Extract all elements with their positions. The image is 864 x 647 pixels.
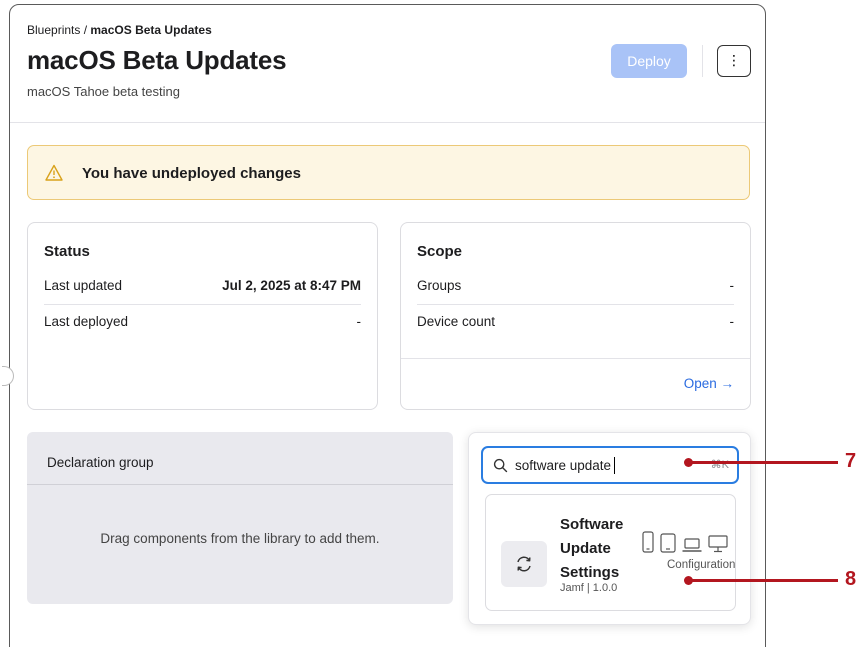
scope-label: Groups bbox=[417, 278, 462, 293]
callout-number-8: 8 bbox=[845, 568, 857, 590]
more-options-button[interactable]: ⋮ bbox=[717, 45, 751, 77]
laptop-icon bbox=[682, 538, 702, 552]
status-title: Status bbox=[44, 243, 90, 260]
status-value: Jul 2, 2025 at 8:47 PM bbox=[222, 278, 361, 293]
breadcrumb-root[interactable]: Blueprints bbox=[27, 23, 80, 37]
scope-label: Device count bbox=[417, 314, 496, 329]
library-search-box[interactable]: ⌘K bbox=[481, 446, 739, 484]
result-name: Software Update Settings bbox=[560, 516, 624, 581]
result-meta: Jamf | 1.0.0 bbox=[560, 582, 618, 594]
library-search-input[interactable] bbox=[515, 455, 685, 475]
declaration-group-hint: Drag components from the library to add … bbox=[100, 531, 380, 546]
status-value: - bbox=[356, 314, 362, 329]
callout-line-8 bbox=[688, 579, 838, 582]
result-icon-box bbox=[501, 541, 547, 587]
status-card: Status Last updated Jul 2, 2025 at 8:47 … bbox=[27, 222, 378, 410]
callout-number-7: 7 bbox=[845, 450, 857, 472]
scope-footer: Open → bbox=[401, 358, 750, 410]
page-title: macOS Beta Updates bbox=[27, 45, 287, 75]
declaration-group-divider bbox=[27, 484, 453, 485]
page-subtitle: macOS Tahoe beta testing bbox=[27, 84, 180, 99]
iphone-icon bbox=[642, 531, 654, 553]
open-label: Open bbox=[683, 376, 717, 391]
scope-card: Scope Groups - Device count - Open → bbox=[400, 222, 751, 410]
search-result-item[interactable]: Software Update Settings Jamf | 1.0.0 Co… bbox=[485, 494, 736, 611]
page-header: Blueprints / macOS Beta Updates macOS Be… bbox=[10, 5, 765, 123]
scope-value: - bbox=[729, 278, 735, 293]
header-divider bbox=[702, 45, 703, 77]
search-icon bbox=[493, 458, 508, 473]
declaration-group-dropzone[interactable]: Declaration group Drag components from t… bbox=[27, 432, 453, 604]
undeployed-changes-alert: You have undeployed changes bbox=[27, 145, 750, 200]
breadcrumb: Blueprints / macOS Beta Updates bbox=[27, 23, 212, 37]
scope-title: Scope bbox=[417, 243, 463, 260]
arrow-right-icon: → bbox=[720, 376, 735, 391]
breadcrumb-separator: / bbox=[80, 23, 91, 37]
deploy-button[interactable]: Deploy bbox=[611, 44, 687, 78]
open-scope-link[interactable]: Open → bbox=[684, 376, 734, 391]
result-type: Configuration bbox=[667, 559, 736, 571]
status-label: Last deployed bbox=[44, 314, 129, 329]
scope-row-device-count: Device count - bbox=[417, 305, 734, 341]
callout-line-7 bbox=[688, 461, 838, 464]
alert-text: You have undeployed changes bbox=[82, 165, 301, 182]
status-row-last-updated: Last updated Jul 2, 2025 at 8:47 PM bbox=[44, 269, 361, 305]
blueprint-window: Blueprints / macOS Beta Updates macOS Be… bbox=[9, 4, 766, 647]
text-caret bbox=[614, 457, 615, 474]
search-shortcut: ⌘K bbox=[710, 459, 729, 471]
warning-triangle-icon bbox=[45, 164, 63, 181]
status-label: Last updated bbox=[44, 278, 123, 293]
desktop-icon bbox=[708, 535, 728, 553]
more-icon: ⋮ bbox=[727, 53, 741, 69]
declaration-group-title: Declaration group bbox=[47, 455, 154, 470]
software-update-icon bbox=[517, 556, 531, 572]
scope-value: - bbox=[729, 314, 735, 329]
breadcrumb-current: macOS Beta Updates bbox=[90, 23, 212, 37]
ipad-icon bbox=[660, 533, 676, 553]
status-row-last-deployed: Last deployed - bbox=[44, 305, 361, 341]
platform-icons bbox=[642, 531, 728, 553]
scope-row-groups: Groups - bbox=[417, 269, 734, 305]
